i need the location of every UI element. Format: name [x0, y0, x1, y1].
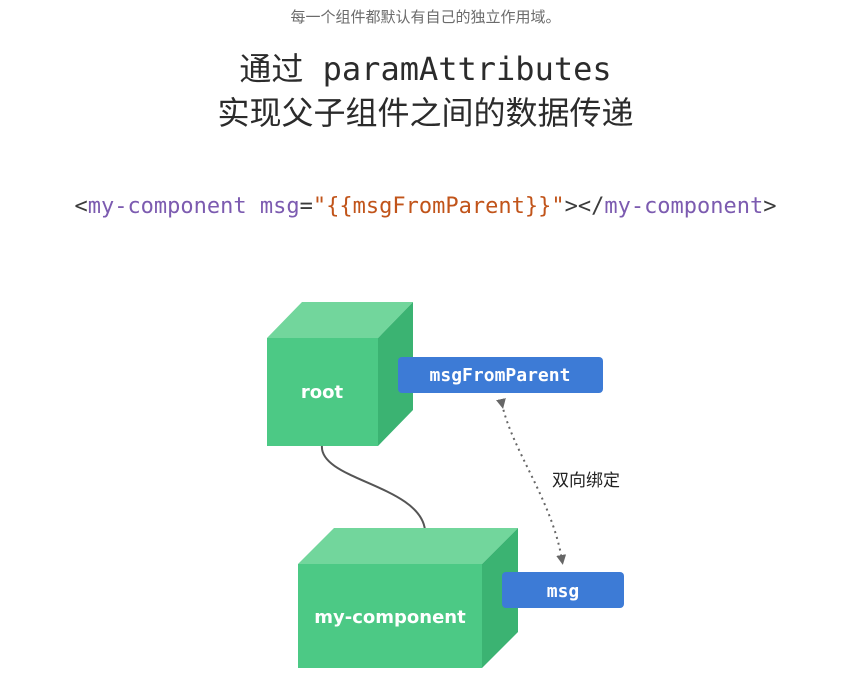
- binding-label: 双向绑定: [552, 471, 620, 491]
- root-label: root: [301, 382, 344, 403]
- child-prop-pill: msg: [502, 572, 624, 608]
- parent-child-connector: [320, 444, 426, 531]
- root-cube: root: [267, 302, 413, 446]
- child-label: my-component: [314, 607, 466, 628]
- child-prop-label: msg: [547, 581, 580, 602]
- component-diagram: root my-component msgFromParent msg 双向绑定: [267, 302, 624, 668]
- child-cube: my-component: [298, 528, 518, 668]
- parent-prop-label: msgFromParent: [430, 365, 571, 386]
- parent-prop-pill: msgFromParent: [398, 357, 603, 393]
- child-cube-top: [298, 528, 518, 564]
